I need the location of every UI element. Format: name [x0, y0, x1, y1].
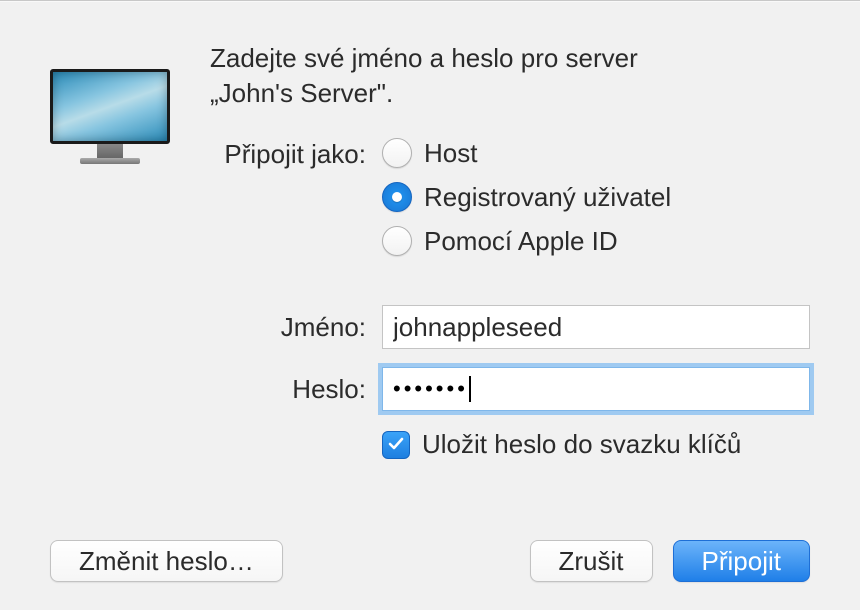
password-row: Heslo: •••••••: [210, 367, 810, 411]
form-column: Zadejte své jméno a heslo pro server „Jo…: [210, 41, 810, 460]
remember-label: Uložit heslo do svazku klíčů: [422, 429, 741, 460]
radio-option-guest[interactable]: Host: [382, 137, 810, 169]
credentials-section: Jméno: Heslo: •••••••: [210, 305, 810, 460]
cancel-button[interactable]: Zrušit: [530, 540, 653, 582]
radio-apple-id-label: Pomocí Apple ID: [424, 226, 618, 257]
password-input[interactable]: •••••••: [382, 367, 810, 411]
connect-as-row: Připojit jako: Host Registrovaný uživate…: [210, 137, 810, 269]
text-cursor: [469, 376, 471, 402]
monitor-icon: [50, 69, 170, 164]
dialog-content: Zadejte své jméno a heslo pro server „Jo…: [0, 1, 860, 490]
radio-registered-label: Registrovaný uživatel: [424, 182, 671, 213]
dialog-heading: Zadejte své jméno a heslo pro server „Jo…: [210, 41, 810, 111]
radio-group: Host Registrovaný uživatel Pomocí Apple …: [382, 137, 810, 269]
radio-option-apple-id[interactable]: Pomocí Apple ID: [382, 225, 810, 257]
password-label: Heslo:: [210, 374, 382, 405]
remember-checkbox[interactable]: [382, 431, 410, 459]
connect-button[interactable]: Připojit: [673, 540, 810, 582]
remember-row[interactable]: Uložit heslo do svazku klíčů: [382, 429, 810, 460]
name-row: Jméno:: [210, 305, 810, 349]
server-login-dialog: Zadejte své jméno a heslo pro server „Jo…: [0, 0, 860, 610]
radio-apple-id[interactable]: [382, 226, 412, 256]
button-row: Změnit heslo… Zrušit Připojit: [50, 540, 810, 582]
radio-guest[interactable]: [382, 138, 412, 168]
top-section: Zadejte své jméno a heslo pro server „Jo…: [50, 41, 810, 460]
name-label: Jméno:: [210, 312, 382, 343]
icon-column: [50, 41, 180, 460]
radio-guest-label: Host: [424, 138, 477, 169]
heading-line-1: Zadejte své jméno a heslo pro server: [210, 43, 638, 73]
checkmark-icon: [386, 434, 406, 454]
radio-registered[interactable]: [382, 182, 412, 212]
connect-as-label: Připojit jako:: [210, 137, 382, 170]
name-input[interactable]: [382, 305, 810, 349]
password-mask: •••••••: [393, 378, 468, 400]
radio-option-registered[interactable]: Registrovaný uživatel: [382, 181, 810, 213]
change-password-button[interactable]: Změnit heslo…: [50, 540, 283, 582]
heading-line-2: „John's Server".: [210, 78, 393, 108]
